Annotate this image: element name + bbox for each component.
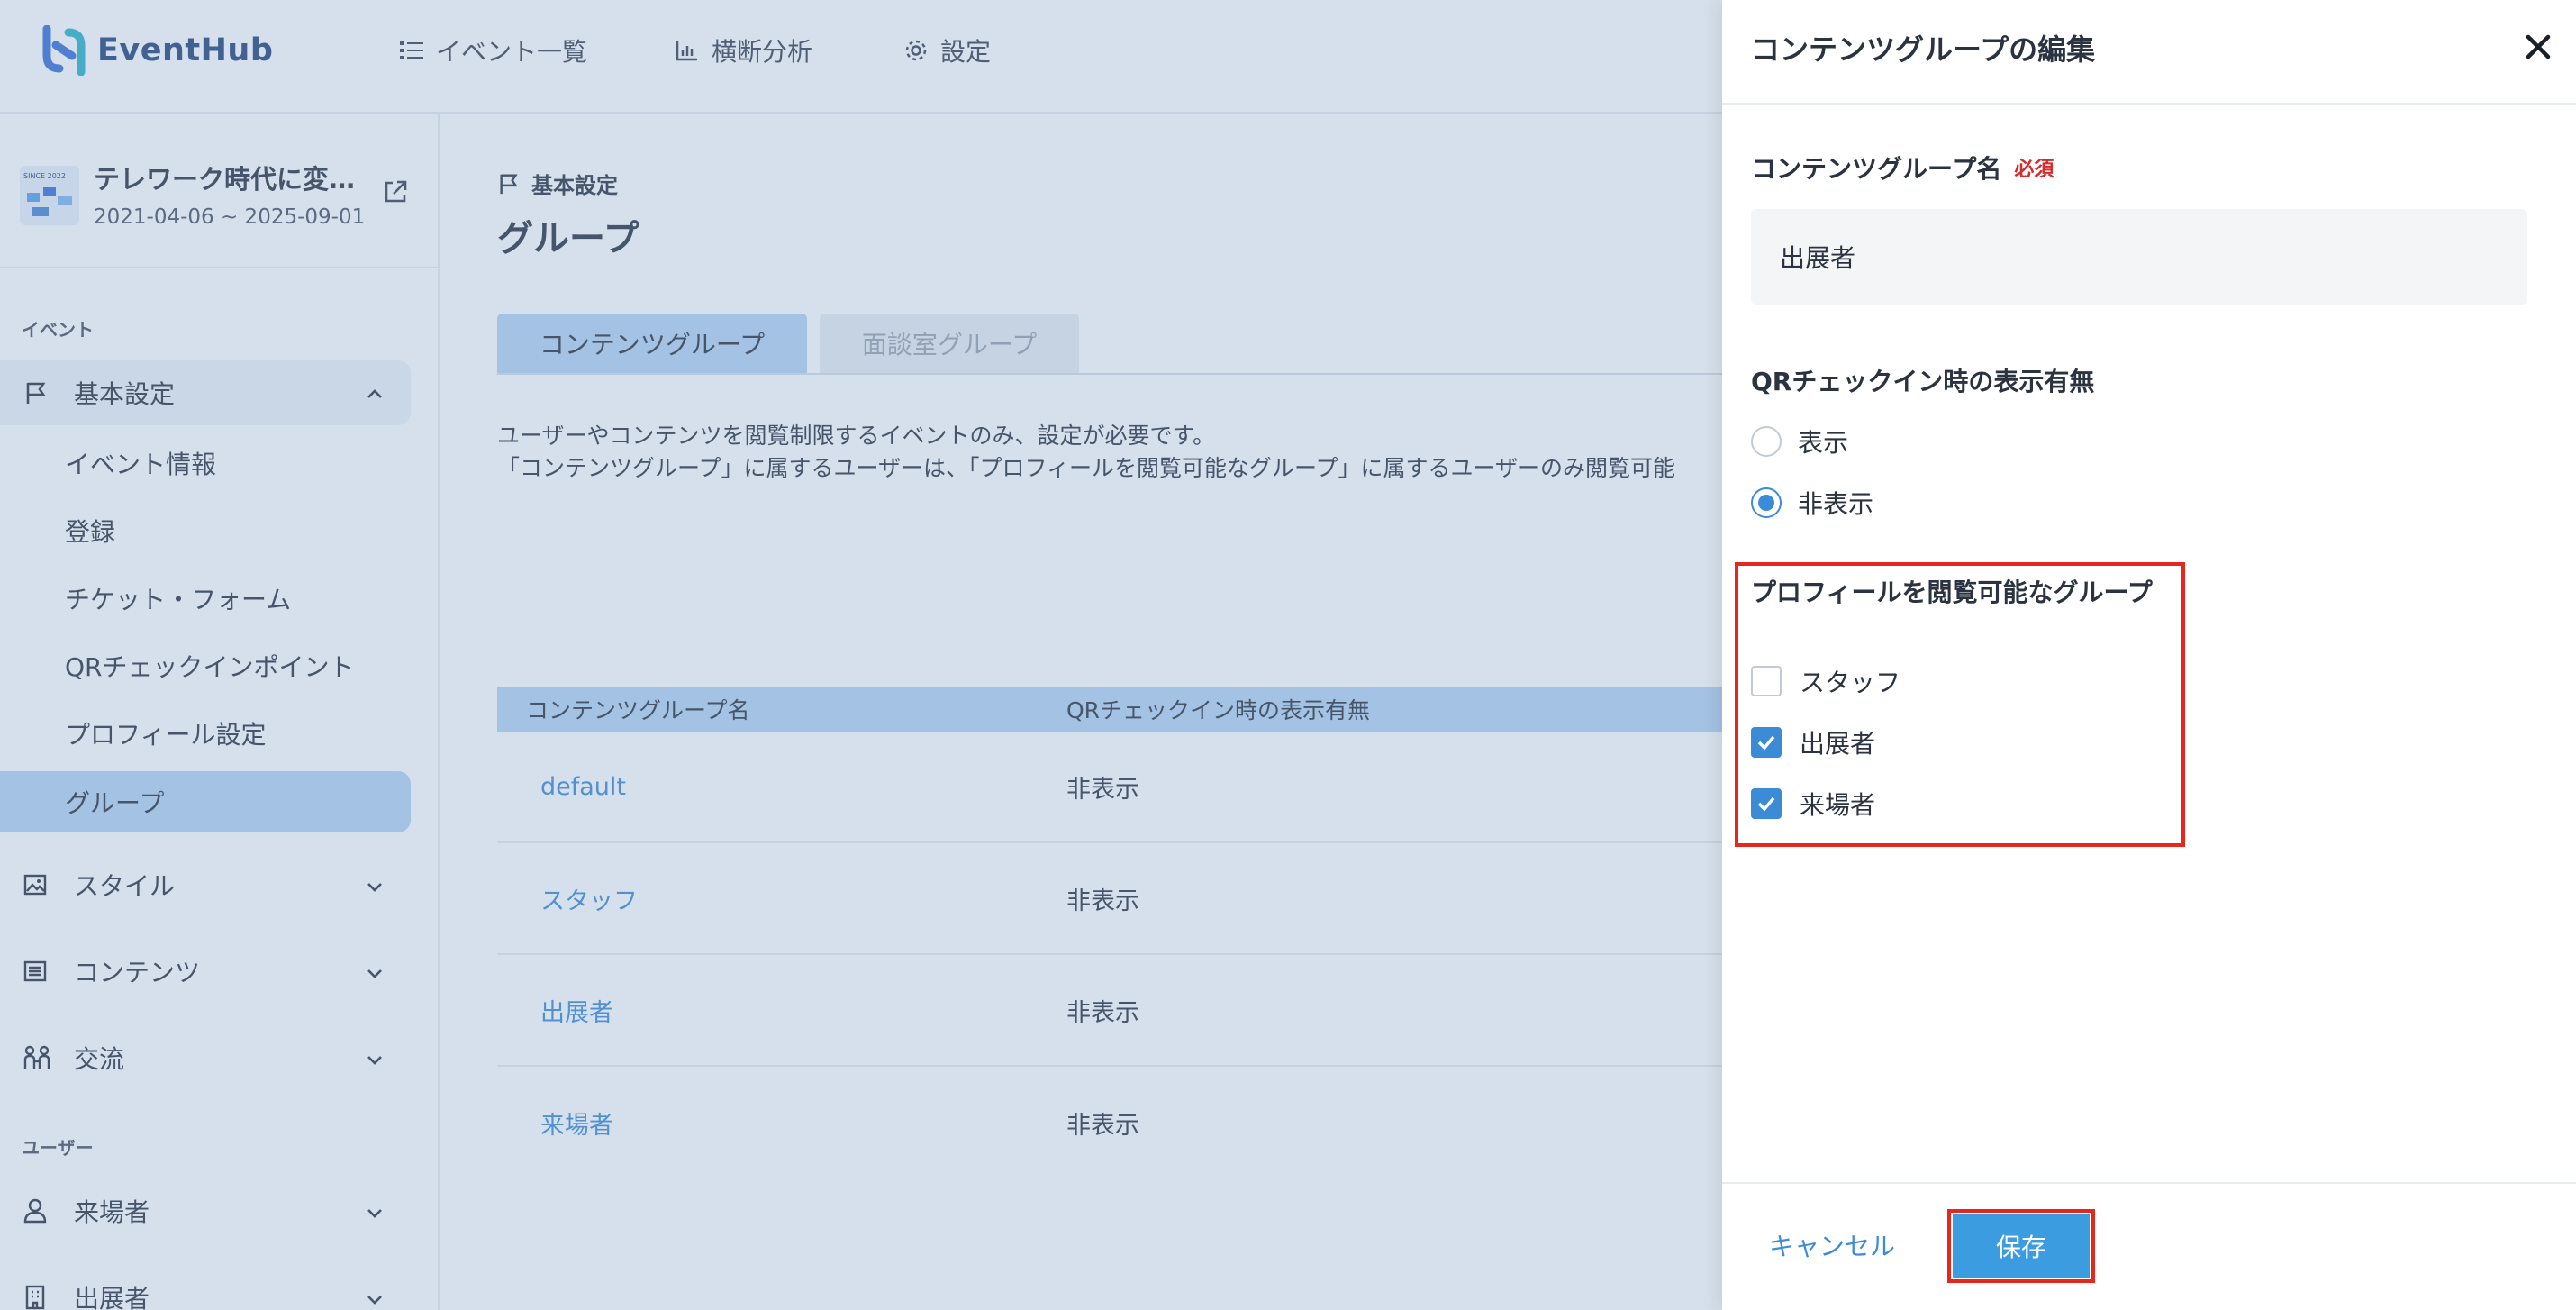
checkmark-icon <box>1757 796 1775 812</box>
checkbox-option-staff[interactable]: スタッフ <box>1751 663 1900 699</box>
checkbox-visitors-label: 来場者 <box>1800 790 1876 820</box>
checkbox-option-visitors[interactable]: 来場者 <box>1751 786 1875 822</box>
group-name-input[interactable] <box>1751 209 2527 305</box>
group-name-label-text: コンテンツグループ名 <box>1751 154 2002 184</box>
qr-display-field-label: QRチェックイン時の表示有無 <box>1751 367 2095 396</box>
radio-button-show[interactable] <box>1751 426 1782 457</box>
required-badge: 必須 <box>2014 159 2054 181</box>
drawer-divider <box>1722 103 2576 105</box>
radio-button-hide[interactable] <box>1751 487 1782 518</box>
save-button[interactable]: 保存 <box>1953 1214 2090 1278</box>
drawer-footer-divider <box>1722 1182 2576 1184</box>
checkbox-staff-label: スタッフ <box>1800 668 1901 697</box>
edit-group-drawer: コンテンツグループの編集 コンテンツグループ名 必須 QRチェックイン時の表示有… <box>1722 0 2576 1310</box>
cancel-button[interactable]: キャンセル <box>1769 1227 1895 1263</box>
checkbox-staff[interactable] <box>1751 666 1782 696</box>
checkbox-exhibitors[interactable] <box>1751 727 1782 758</box>
radio-option-show-label: 表示 <box>1798 428 1849 458</box>
checkmark-icon <box>1757 735 1775 751</box>
group-name-field-label: コンテンツグループ名 必須 <box>1751 150 2054 186</box>
radio-option-hide[interactable]: 非表示 <box>1751 485 1873 521</box>
drawer-title: コンテンツグループの編集 <box>1751 32 2096 67</box>
profile-groups-field-label: プロフィールを閲覧可能なグループ <box>1751 578 2153 607</box>
close-icon <box>2526 34 2551 59</box>
radio-option-hide-label: 非表示 <box>1798 489 1874 519</box>
checkbox-option-exhibitors[interactable]: 出展者 <box>1751 724 1875 760</box>
checkbox-visitors[interactable] <box>1751 788 1782 819</box>
checkbox-exhibitors-label: 出展者 <box>1800 729 1876 759</box>
radio-option-show[interactable]: 表示 <box>1751 423 1848 459</box>
close-button[interactable] <box>2518 27 2558 67</box>
